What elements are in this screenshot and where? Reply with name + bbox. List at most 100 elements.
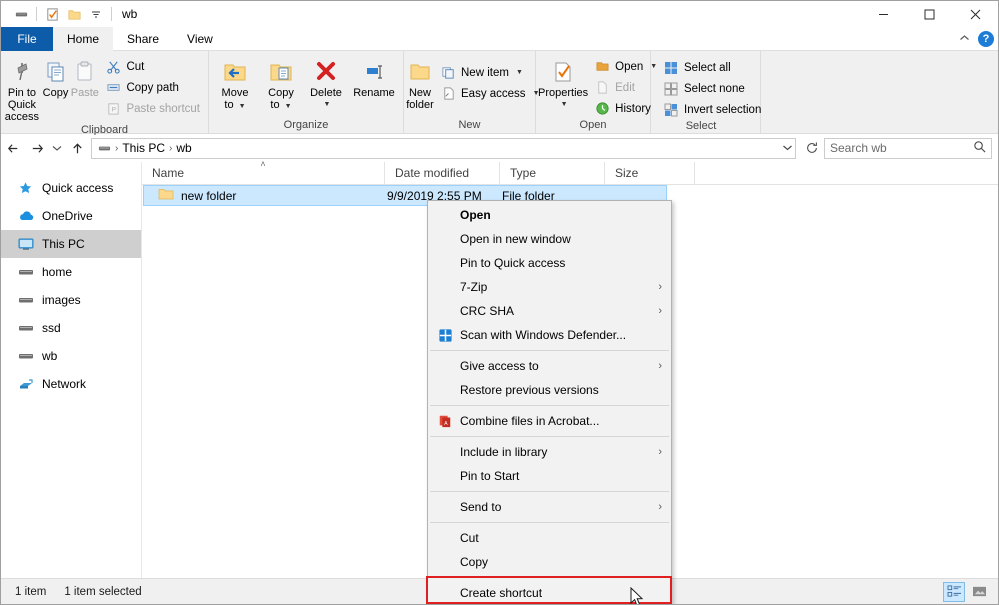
menu-item-7-zip[interactable]: 7-Zip › <box>428 275 671 299</box>
back-button[interactable] <box>1 136 25 160</box>
select-all-button[interactable]: Select all <box>659 58 765 77</box>
select-none-button[interactable]: Select none <box>659 79 765 98</box>
properties-button[interactable]: Properties ▼ <box>538 54 588 111</box>
menu-item-include-in-library[interactable]: Include in library › <box>428 440 671 464</box>
group-label-organize: Organize <box>209 118 403 133</box>
menu-item-open-in-new-window[interactable]: Open in new window <box>428 227 671 251</box>
status-selection: 1 item selected <box>64 586 141 598</box>
tab-file[interactable]: File <box>1 27 53 51</box>
menu-separator-4 <box>430 491 669 492</box>
large-icons-view-button[interactable] <box>968 582 990 602</box>
chevron-right-icon: › <box>658 501 671 513</box>
menu-item-open[interactable]: Open <box>428 203 671 227</box>
invert-selection-label: Invert selection <box>684 104 761 116</box>
sidebar-item-this-pc[interactable]: This PC <box>1 230 141 258</box>
menu-item-crc-sha[interactable]: CRC SHA › <box>428 299 671 323</box>
easy-access-button[interactable]: Easy access ▼ <box>436 84 544 103</box>
new-item-dropdown-icon[interactable]: ▼ <box>516 69 523 76</box>
sidebar-item-onedrive[interactable]: OneDrive <box>1 202 141 230</box>
close-button[interactable] <box>952 1 998 27</box>
ribbon-group-clipboard: Pin to Quick access Copy Paste <box>1 51 209 133</box>
delete-dropdown-icon[interactable]: ▼ <box>324 99 331 111</box>
ribbon-group-select: Select all Select none Invert selection <box>651 51 761 133</box>
pin-label-line1: Pin to Quick <box>3 87 41 111</box>
ribbon-group-open: Properties ▼ Open ▼ E <box>536 51 651 133</box>
search-box[interactable]: Search wb <box>824 138 992 159</box>
breadcrumb-this-pc[interactable]: This PC <box>119 141 168 155</box>
history-icon <box>594 101 610 117</box>
address-dropdown-icon[interactable] <box>782 141 793 155</box>
details-view-button[interactable] <box>943 582 965 602</box>
tab-share[interactable]: Share <box>113 27 173 51</box>
menu-item-scan-with-windows-defender[interactable]: Scan with Windows Defender... <box>428 323 671 347</box>
tab-home[interactable]: Home <box>53 27 113 51</box>
cut-button[interactable]: Cut <box>101 57 204 76</box>
properties-dropdown-icon[interactable]: ▼ <box>561 99 568 111</box>
search-icon[interactable] <box>973 140 986 156</box>
tab-view[interactable]: View <box>173 27 227 51</box>
customize-qat-icon[interactable] <box>85 3 107 25</box>
menu-item-restore-previous-versions[interactable]: Restore previous versions <box>428 378 671 402</box>
menu-item-combine-files-in-acrobat[interactable]: A Combine files in Acrobat... <box>428 409 671 433</box>
chevron-up-icon[interactable] <box>956 34 972 45</box>
breadcrumb-bar[interactable]: › This PC › wb <box>91 138 796 159</box>
menu-item-cut[interactable]: Cut <box>428 526 671 550</box>
mouse-cursor <box>630 587 645 605</box>
column-headers: ˄ Name Date modified Type Size <box>142 162 998 185</box>
context-menu: Open Open in new window Pin to Quick acc… <box>427 200 672 605</box>
move-to-label-1: Move <box>222 87 249 99</box>
column-header-name[interactable]: ˄ Name <box>142 162 385 185</box>
address-bar: › This PC › wb Search wb <box>1 135 998 161</box>
new-folder-icon[interactable] <box>63 3 85 25</box>
copy-button[interactable]: Copy <box>41 54 70 99</box>
explorer-icon[interactable] <box>10 3 32 25</box>
sidebar-label-wb: wb <box>42 349 57 363</box>
column-header-date-modified[interactable]: Date modified <box>385 162 500 185</box>
new-item-button[interactable]: New item ▼ <box>436 63 544 82</box>
delete-button[interactable]: Delete ▼ <box>304 54 348 111</box>
search-input[interactable]: Search wb <box>830 141 887 155</box>
clipboard-small-buttons: Cut Copy path P Paste shortcut <box>99 54 206 118</box>
sidebar-item-images[interactable]: images <box>1 286 141 314</box>
help-button[interactable]: ? <box>978 31 994 47</box>
paste-button[interactable]: Paste <box>70 54 99 99</box>
menu-item-copy[interactable]: Copy <box>428 550 671 574</box>
sidebar-item-quick-access[interactable]: Quick access <box>1 174 141 202</box>
sidebar-item-wb[interactable]: wb <box>1 342 141 370</box>
column-header-type[interactable]: Type <box>500 162 605 185</box>
maximize-button[interactable] <box>906 1 952 27</box>
sidebar-item-home[interactable]: home <box>1 258 141 286</box>
menu-separator-3 <box>430 436 669 437</box>
invert-selection-button[interactable]: Invert selection <box>659 100 765 119</box>
sidebar-item-network[interactable]: Network <box>1 370 141 398</box>
menu-item-pin-to-quick-access[interactable]: Pin to Quick access <box>428 251 671 275</box>
svg-text:P: P <box>112 106 117 113</box>
move-to-button[interactable]: Move to ▼ <box>212 54 258 113</box>
pin-to-quick-access-button[interactable]: Pin to Quick access <box>3 54 41 123</box>
copy-path-button[interactable]: Copy path <box>101 78 204 97</box>
column-label-type: Type <box>510 166 536 180</box>
select-none-icon <box>663 81 679 97</box>
chevron-right-icon: › <box>658 281 671 293</box>
chevron-right-icon: › <box>658 360 671 372</box>
ribbon-tab-strip: File Home Share View ? <box>1 27 998 51</box>
menu-item-send-to[interactable]: Send to › <box>428 495 671 519</box>
sidebar-label-onedrive: OneDrive <box>42 209 93 223</box>
column-header-size[interactable]: Size <box>605 162 695 185</box>
forward-button[interactable] <box>25 136 49 160</box>
paste-shortcut-button[interactable]: P Paste shortcut <box>101 99 204 118</box>
chevron-right-icon: › <box>658 305 671 317</box>
menu-item-give-access-to[interactable]: Give access to › <box>428 354 671 378</box>
new-folder-button[interactable]: New folder <box>406 54 434 111</box>
refresh-button[interactable] <box>800 136 824 160</box>
menu-item-pin-to-start[interactable]: Pin to Start <box>428 464 671 488</box>
up-button[interactable] <box>65 136 89 160</box>
rename-button[interactable]: Rename <box>348 54 400 99</box>
sidebar-item-ssd[interactable]: ssd <box>1 314 141 342</box>
acrobat-icon: A <box>436 414 454 428</box>
recent-locations-button[interactable] <box>49 136 65 160</box>
properties-icon[interactable] <box>41 3 63 25</box>
minimize-button[interactable] <box>860 1 906 27</box>
breadcrumb-wb[interactable]: wb <box>173 141 194 155</box>
copy-to-button[interactable]: Copy to ▼ <box>258 54 304 113</box>
